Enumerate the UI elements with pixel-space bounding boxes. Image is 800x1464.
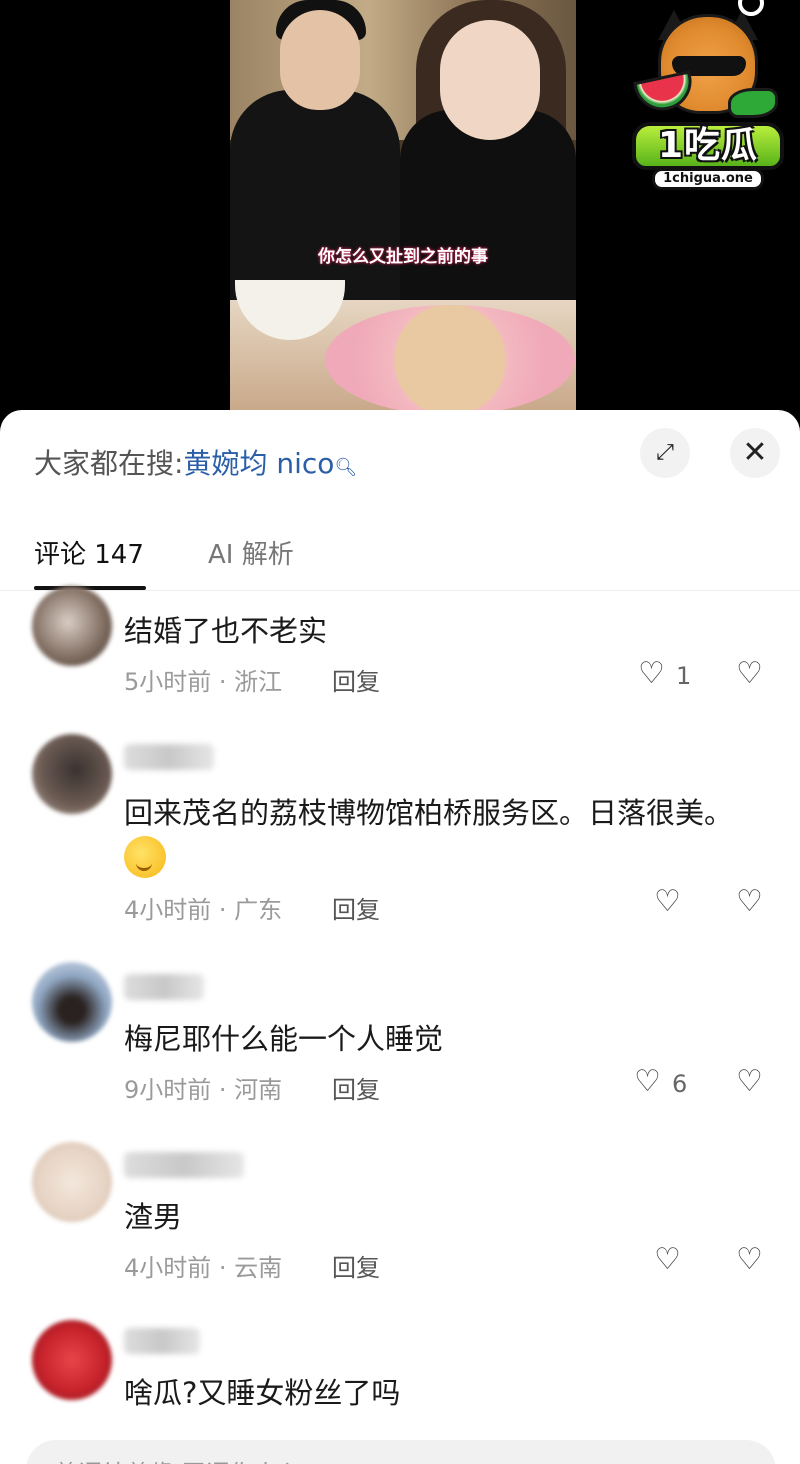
username[interactable]: [124, 744, 214, 770]
avatar[interactable]: [32, 1142, 112, 1222]
comment-text: 回来茂名的荔枝博物馆柏桥服务区。日落很美。: [124, 796, 734, 830]
heart-icon[interactable]: ♡: [634, 1064, 661, 1099]
hot-search-bar[interactable]: 大家都在搜:黄婉均 nico🔍︎: [34, 442, 357, 482]
watermark-brand: 1吃瓜: [632, 122, 784, 170]
watermark-logo: 1吃瓜 1chigua.one: [632, 10, 784, 190]
comment-sheet: 大家都在搜:黄婉均 nico🔍︎ ⤢ ✕ 评论 147 AI 解析 结婚了也不老…: [0, 410, 800, 1464]
username[interactable]: [124, 1152, 244, 1178]
username[interactable]: [124, 1328, 200, 1354]
comment-meta: 4小时前 · 云南: [124, 1254, 283, 1282]
tab-comments[interactable]: 评论 147: [34, 534, 144, 571]
hot-search-prefix: 大家都在搜:: [34, 447, 184, 480]
search-icon: 🔍︎: [334, 457, 358, 478]
comment-meta: 9小时前 · 河南: [124, 1076, 283, 1104]
avatar[interactable]: [32, 586, 112, 666]
comment-text: 梅尼耶什么能一个人睡觉: [124, 1022, 444, 1056]
like-count: 1: [676, 662, 692, 690]
divider: [0, 590, 800, 591]
reply-button[interactable]: 回复: [332, 890, 380, 925]
heart-icon[interactable]: ♡: [654, 1242, 681, 1277]
avatar[interactable]: [32, 962, 112, 1042]
reply-button[interactable]: 回复: [332, 1248, 380, 1283]
watermark-url: 1chigua.one: [652, 168, 764, 190]
hot-search-term[interactable]: 黄婉均 nico: [183, 447, 334, 480]
broken-heart-icon[interactable]: ♡: [736, 1064, 763, 1099]
comment-input-placeholder: 善语结善缘,恶语伤人心: [54, 1454, 302, 1464]
video-bowl: [325, 305, 575, 410]
heart-icon[interactable]: ♡: [654, 884, 681, 919]
comment-text: 渣男: [124, 1200, 183, 1234]
video-frame: 你怎么又扯到之前的事: [230, 0, 576, 410]
tab-ai-analysis[interactable]: AI 解析: [208, 534, 294, 571]
video-subtitle: 你怎么又扯到之前的事: [318, 247, 488, 267]
comment-meta: 5小时前 · 浙江: [124, 668, 283, 696]
comment-tabs: 评论 147 AI 解析: [0, 528, 800, 590]
comment-text: 啥瓜?又睡女粉丝了吗: [124, 1376, 401, 1410]
broken-heart-icon[interactable]: ♡: [736, 884, 763, 919]
avatar[interactable]: [32, 734, 112, 814]
smiling-emoji-icon: [124, 836, 166, 878]
video-figure: [400, 110, 576, 330]
broken-heart-icon[interactable]: ♡: [736, 656, 763, 691]
close-button[interactable]: ✕: [730, 428, 780, 478]
broken-heart-icon[interactable]: ♡: [736, 1242, 763, 1277]
like-count: 6: [672, 1070, 688, 1098]
reply-button[interactable]: 回复: [332, 662, 380, 697]
avatar[interactable]: [32, 1320, 112, 1400]
leaf-icon: [728, 88, 778, 118]
comment-meta: 4小时前 · 广东: [124, 896, 283, 924]
comment-text: 结婚了也不老实: [124, 614, 328, 648]
heart-icon[interactable]: ♡: [638, 656, 665, 691]
comment-input[interactable]: 善语结善缘,恶语伤人心: [26, 1440, 776, 1464]
video-figure: [440, 20, 540, 140]
username[interactable]: [124, 974, 204, 1000]
video-figure: [280, 10, 360, 110]
expand-button[interactable]: ⤢: [640, 428, 690, 478]
reply-button[interactable]: 回复: [332, 1070, 380, 1105]
